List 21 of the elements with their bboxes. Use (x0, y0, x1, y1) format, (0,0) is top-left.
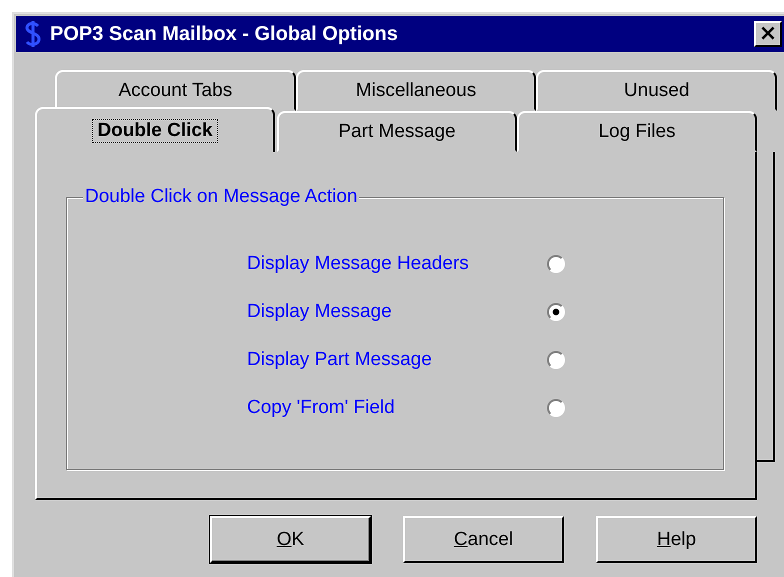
group-title: Double Click on Message Action (83, 186, 360, 208)
radio-button[interactable] (547, 399, 565, 417)
close-button[interactable]: × (754, 21, 782, 47)
dollar-sign-icon (24, 20, 42, 48)
tab[interactable]: Account Tabs (55, 70, 296, 111)
tab[interactable]: Miscellaneous (296, 70, 536, 111)
tab[interactable]: Log Files (517, 111, 757, 152)
option-label: Display Message (247, 301, 393, 323)
radio-button[interactable] (547, 303, 565, 321)
dialog-button[interactable]: Cancel (403, 516, 564, 563)
tab[interactable]: Part Message (277, 111, 517, 152)
option-label: Display Part Message (247, 349, 433, 371)
dialog-button[interactable]: Help (596, 516, 757, 563)
radio-button[interactable] (547, 351, 565, 369)
dialog-button[interactable]: OK (210, 516, 371, 563)
option-label: Copy 'From' Field (247, 397, 396, 419)
tab[interactable]: Double Click (35, 107, 275, 152)
window-title: POP3 Scan Mailbox - Global Options (50, 22, 399, 46)
option-label: Display Message Headers (247, 253, 470, 275)
tab[interactable]: Unused (536, 70, 778, 111)
radio-button[interactable] (547, 255, 565, 273)
